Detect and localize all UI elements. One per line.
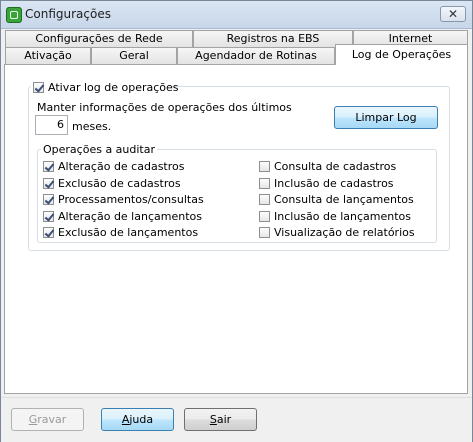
audit-option-label: Consulta de cadastros [274,160,397,173]
tab-log-operacoes[interactable]: Log de Operações [335,44,468,65]
help-button[interactable]: Ajuda [101,408,174,431]
save-button[interactable]: Gravar [11,408,84,431]
audit-option-label: Consulta de lançamentos [274,193,414,206]
audit-checkbox[interactable] [43,211,54,222]
clear-log-label: Limpar Log [355,111,417,124]
audit-option-label: Processamentos/consultas [58,193,204,206]
audit-option-label: Inclusão de cadastros [274,177,394,190]
audit-checkbox[interactable] [43,194,54,205]
help-label: juda [129,413,154,426]
close-button[interactable]: ✕ [440,6,466,22]
audit-checkbox[interactable] [43,227,54,238]
audit-checkbox[interactable] [259,194,270,205]
keep-info-label: Manter informações de operações dos últi… [37,101,292,114]
tab-registros-ebs[interactable]: Registros na EBS [193,30,353,47]
tab-agendador-rotinas[interactable]: Agendador de Rotinas [177,47,335,64]
tab-ativacao[interactable]: Ativação [5,47,91,64]
audit-checkbox[interactable] [259,161,270,172]
exit-label: air [216,413,232,426]
enable-log-checkbox[interactable] [33,82,44,93]
enable-log-label: Ativar log de operações [48,81,179,94]
tab-label: Geral [119,49,149,62]
tab-configuracoes-rede[interactable]: Configurações de Rede [5,30,193,47]
tab-label: Configurações de Rede [35,32,163,45]
dialog-footer: Gravar Ajuda Sair [1,397,472,442]
tab-label: Log de Operações [351,48,452,61]
months-unit-label: meses. [72,120,112,133]
audit-option-label: Exclusão de lançamentos [58,226,199,239]
audit-option-label: Alteração de lançamentos [58,210,202,223]
log-group-header: Ativar log de operações [31,80,179,94]
audit-group-title: Operações a auditar [41,143,158,156]
close-icon: ✕ [447,7,459,21]
title-bar: Configurações ✕ [1,1,472,29]
exit-accelerator: S [209,413,217,426]
tab-label: Ativação [24,49,72,62]
tab-geral[interactable]: Geral [91,47,177,64]
audit-option-label: Exclusão de cadastros [58,177,181,190]
audit-checkbox[interactable] [43,178,54,189]
audit-option-label: Visualização de relatórios [274,226,415,239]
window-title: Configurações [25,7,111,21]
audit-checkbox[interactable] [259,211,270,222]
settings-window: Configurações ✕ Configurações de Rede Re… [0,0,473,442]
save-accelerator: G [28,413,38,426]
months-input[interactable]: 6 [35,115,68,135]
audit-checkbox[interactable] [259,178,270,189]
audit-option-label: Alteração de cadastros [58,160,185,173]
exit-button[interactable]: Sair [184,408,257,431]
tab-label: Agendador de Rotinas [195,49,317,62]
tab-label: Registros na EBS [226,32,320,45]
audit-checkbox[interactable] [259,227,270,238]
app-icon [6,7,22,23]
clear-log-button[interactable]: Limpar Log [334,106,438,129]
audit-option-label: Inclusão de lançamentos [274,210,412,223]
save-label: ravar [37,413,67,426]
audit-checkbox[interactable] [43,161,54,172]
